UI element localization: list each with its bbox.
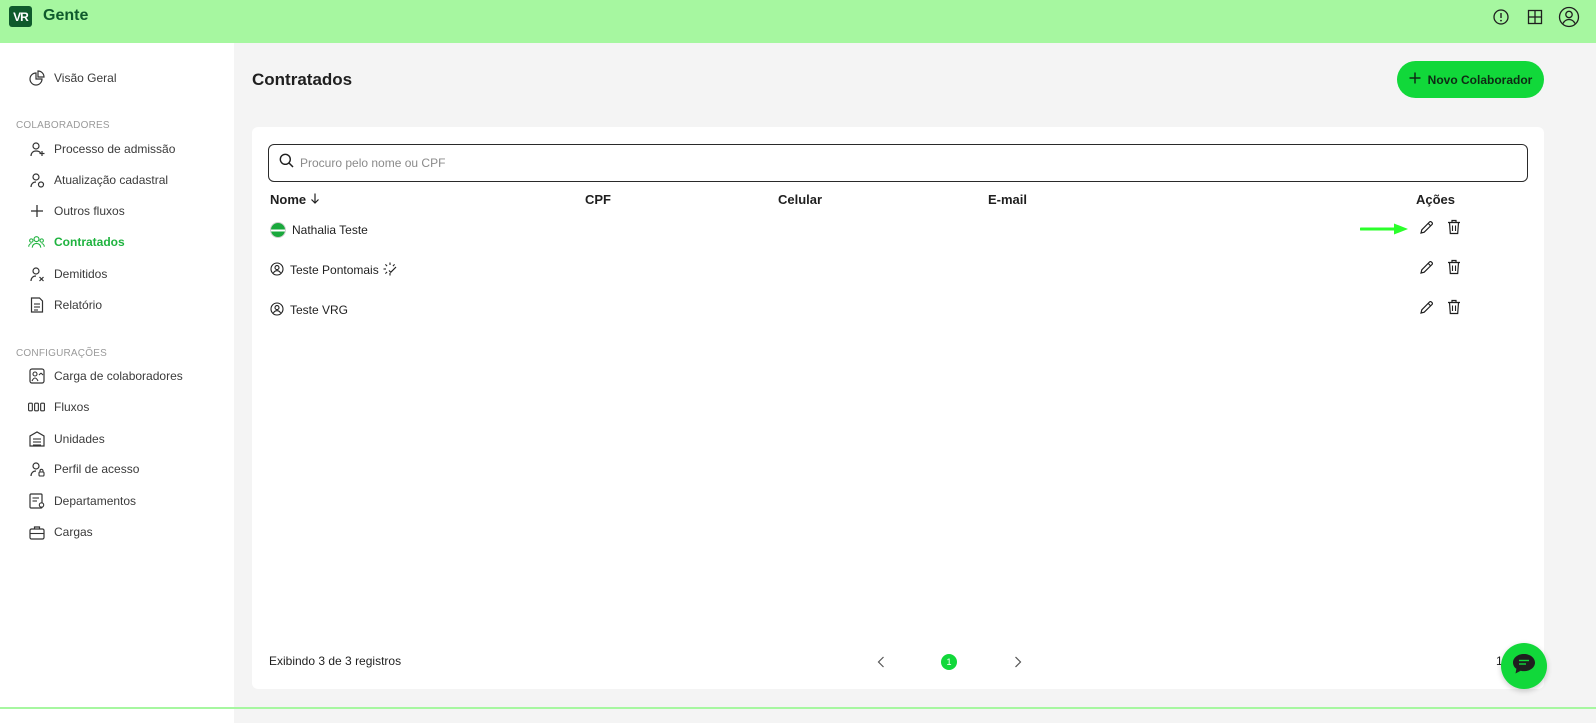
loading-check-icon <box>383 262 397 279</box>
sidebar-item-label: Atualização cadastral <box>54 173 169 187</box>
column-header-actions: Ações <box>1416 192 1456 207</box>
user-lock-icon <box>28 461 45 478</box>
table-row[interactable]: Teste Pontomais <box>270 258 1470 282</box>
sidebar-item-label: Unidades <box>54 432 105 446</box>
sidebar-item-bulk-upload[interactable]: Carga de colaboradores <box>28 365 183 387</box>
row-name: Nathalia Teste <box>292 223 368 237</box>
plus-icon <box>28 203 45 220</box>
search-box[interactable] <box>268 144 1528 182</box>
sidebar-item-access-profile[interactable]: Perfil de acesso <box>28 458 139 480</box>
chat-bubble-icon <box>1511 652 1537 681</box>
section-label-colaboradores: COLABORADORES <box>16 120 110 131</box>
alert-circle-icon[interactable] <box>1490 6 1512 28</box>
sidebar-item-label: Demitidos <box>54 267 108 281</box>
sidebar-item-label: Contratados <box>54 235 125 249</box>
search-input[interactable] <box>300 156 1527 170</box>
search-icon <box>279 153 294 173</box>
sidebar-item-label: Carga de colaboradores <box>54 369 183 383</box>
sort-arrow-down-icon <box>310 192 320 207</box>
sidebar-item-label: Processo de admissão <box>54 142 176 156</box>
sidebar-item-hired[interactable]: Contratados <box>28 231 125 253</box>
table-row[interactable]: Nathalia Teste <box>270 218 1470 242</box>
app-logo[interactable]: VR <box>9 6 32 27</box>
app-title: Gente <box>43 7 89 24</box>
sidebar-item-departments[interactable]: Departamentos <box>28 490 136 512</box>
sidebar-item-flows[interactable]: Fluxos <box>28 396 89 418</box>
edit-pencil-icon[interactable] <box>1418 299 1434 315</box>
grid-icon[interactable] <box>1524 6 1546 28</box>
sidebar-item-label: Departamentos <box>54 494 137 508</box>
sidebar-item-units[interactable]: Unidades <box>28 428 105 450</box>
bottom-divider <box>0 707 1596 709</box>
sidebar-item-label: Outros fluxos <box>54 204 125 218</box>
sidebar-item-dismissed[interactable]: Demitidos <box>28 263 107 285</box>
user-circle-icon[interactable] <box>1558 6 1580 28</box>
user-circle-icon <box>270 261 284 279</box>
chevron-right-icon[interactable] <box>1011 655 1025 669</box>
column-header-cpf[interactable]: CPF <box>585 192 611 207</box>
user-plus-icon <box>28 141 45 158</box>
sidebar-item-overview[interactable]: Visão Geral <box>28 67 116 89</box>
row-actions <box>1418 219 1462 235</box>
report-icon <box>28 297 45 314</box>
sidebar-item-admission[interactable]: Processo de admissão <box>28 138 175 160</box>
highlight-arrow-icon <box>1360 223 1408 235</box>
department-icon <box>28 493 45 510</box>
trash-icon[interactable] <box>1446 299 1462 315</box>
user-x-icon <box>28 266 45 283</box>
plus-icon <box>1409 72 1421 87</box>
section-label-configuracoes: CONFIGURAÇÕES <box>16 348 107 359</box>
sidebar-item-update[interactable]: Atualização cadastral <box>28 169 168 191</box>
user-edit-icon <box>28 172 45 189</box>
sidebar-item-label: Cargas <box>54 525 93 539</box>
briefcase-icon <box>28 524 45 541</box>
top-icons <box>1490 6 1580 28</box>
new-collaborator-button[interactable]: Novo Colaborador <box>1397 61 1544 98</box>
page-title: Contratados <box>252 70 353 89</box>
flow-icon <box>28 399 45 416</box>
chat-button[interactable] <box>1501 643 1547 689</box>
sidebar-item-other-flows[interactable]: Outros fluxos <box>28 200 125 222</box>
chevron-left-icon[interactable] <box>874 655 888 669</box>
sidebar: Visão Geral COLABORADORES Processo de ad… <box>0 43 234 723</box>
column-header-name[interactable]: Nome <box>270 192 320 207</box>
top-bar: VR Gente <box>0 0 1596 43</box>
records-summary: Exibindo 3 de 3 registros <box>269 654 402 668</box>
edit-pencil-icon[interactable] <box>1418 259 1434 275</box>
column-header-phone[interactable]: Celular <box>778 192 822 207</box>
edit-pencil-icon[interactable] <box>1418 219 1434 235</box>
trash-icon[interactable] <box>1446 259 1462 275</box>
sidebar-item-label: Relatório <box>54 298 103 312</box>
pagination-page-1[interactable]: 1 <box>941 654 957 670</box>
trash-icon[interactable] <box>1446 219 1462 235</box>
sidebar-item-label: Fluxos <box>54 400 90 414</box>
row-name: Teste Pontomais <box>290 263 379 277</box>
flag-avatar-icon <box>270 222 286 238</box>
sidebar-item-report[interactable]: Relatório <box>28 294 102 316</box>
pie-chart-icon <box>28 70 45 87</box>
sidebar-item-label: Visão Geral <box>54 71 117 85</box>
user-circle-icon <box>270 301 284 319</box>
users-icon <box>28 234 45 251</box>
building-icon <box>28 431 45 448</box>
row-actions <box>1418 259 1462 275</box>
table-row[interactable]: Teste VRG <box>270 298 1470 322</box>
hired-card: Nome CPF Celular E-mail Ações Nathalia T… <box>252 127 1544 689</box>
sidebar-item-loads[interactable]: Cargas <box>28 521 93 543</box>
column-header-email[interactable]: E-mail <box>988 192 1027 207</box>
row-name: Teste VRG <box>290 303 349 317</box>
new-collaborator-label: Novo Colaborador <box>1427 72 1533 87</box>
upload-icon <box>28 368 45 385</box>
sidebar-item-label: Perfil de acesso <box>54 462 140 476</box>
row-actions <box>1418 299 1462 315</box>
